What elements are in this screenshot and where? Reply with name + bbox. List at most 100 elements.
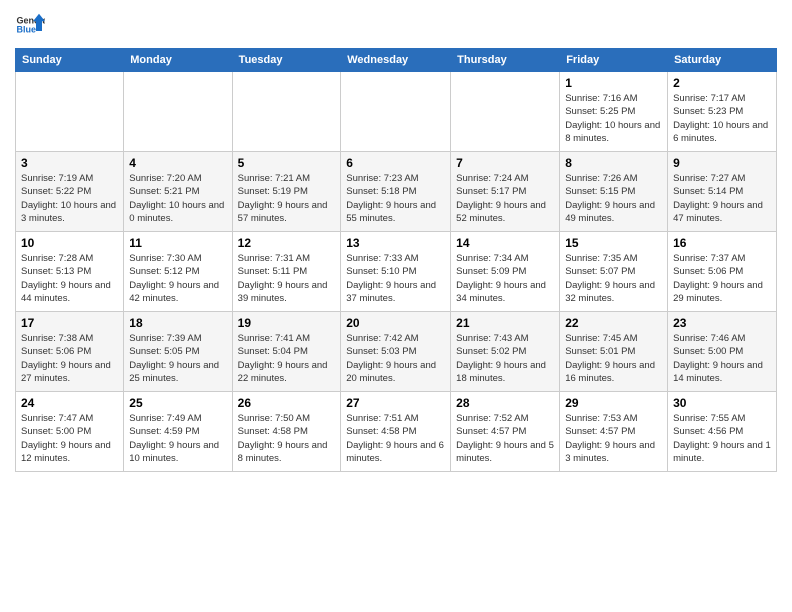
day-number: 1 [565, 76, 662, 90]
day-info: Sunrise: 7:19 AM Sunset: 5:22 PM Dayligh… [21, 172, 118, 225]
calendar-cell: 29 Sunrise: 7:53 AM Sunset: 4:57 PM Dayli… [560, 392, 668, 472]
day-number: 4 [129, 156, 226, 170]
day-info: Sunrise: 7:38 AM Sunset: 5:06 PM Dayligh… [21, 332, 118, 385]
calendar-cell: 21 Sunrise: 7:43 AM Sunset: 5:02 PM Dayli… [451, 312, 560, 392]
week-row-1: 1Sunrise: 7:16 AM Sunset: 5:25 PM Daylig… [16, 72, 777, 152]
calendar-cell [16, 72, 124, 152]
day-info: Sunrise: 7:52 AM Sunset: 4:57 PM Dayligh… [456, 412, 554, 465]
calendar-cell: 26 Sunrise: 7:50 AM Sunset: 4:58 PM Dayli… [232, 392, 341, 472]
column-header-thursday: Thursday [451, 49, 560, 72]
column-header-sunday: Sunday [16, 49, 124, 72]
calendar-cell [232, 72, 341, 152]
calendar-cell: 12Sunrise: 7:31 AM Sunset: 5:11 PM Dayli… [232, 232, 341, 312]
day-info: Sunrise: 7:26 AM Sunset: 5:15 PM Dayligh… [565, 172, 662, 225]
day-info: Sunrise: 7:50 AM Sunset: 4:58 PM Dayligh… [238, 412, 336, 465]
calendar-cell: 23Sunrise: 7:46 AM Sunset: 5:00 PM Dayli… [668, 312, 777, 392]
calendar-cell: 17 Sunrise: 7:38 AM Sunset: 5:06 PM Dayli… [16, 312, 124, 392]
calendar-cell: 10 Sunrise: 7:28 AM Sunset: 5:13 PM Dayli… [16, 232, 124, 312]
calendar-cell: 24 Sunrise: 7:47 AM Sunset: 5:00 PM Dayli… [16, 392, 124, 472]
calendar-cell: 7 Sunrise: 7:24 AM Sunset: 5:17 PM Daylig… [451, 152, 560, 232]
day-number: 21 [456, 316, 554, 330]
calendar-cell: 4 Sunrise: 7:20 AM Sunset: 5:21 PM Daylig… [124, 152, 232, 232]
day-number: 8 [565, 156, 662, 170]
calendar-cell: 18Sunrise: 7:39 AM Sunset: 5:05 PM Dayli… [124, 312, 232, 392]
day-info: Sunrise: 7:46 AM Sunset: 5:00 PM Dayligh… [673, 332, 771, 385]
day-info: Sunrise: 7:23 AM Sunset: 5:18 PM Dayligh… [346, 172, 445, 225]
calendar-cell: 25 Sunrise: 7:49 AM Sunset: 4:59 PM Dayli… [124, 392, 232, 472]
day-number: 19 [238, 316, 336, 330]
calendar-cell: 15 Sunrise: 7:35 AM Sunset: 5:07 PM Dayli… [560, 232, 668, 312]
day-info: Sunrise: 7:47 AM Sunset: 5:00 PM Dayligh… [21, 412, 118, 465]
column-header-wednesday: Wednesday [341, 49, 451, 72]
calendar-cell: 13Sunrise: 7:33 AM Sunset: 5:10 PM Dayli… [341, 232, 451, 312]
day-number: 30 [673, 396, 771, 410]
week-row-4: 17 Sunrise: 7:38 AM Sunset: 5:06 PM Dayli… [16, 312, 777, 392]
day-number: 26 [238, 396, 336, 410]
day-info: Sunrise: 7:30 AM Sunset: 5:12 PM Dayligh… [129, 252, 226, 305]
day-number: 6 [346, 156, 445, 170]
calendar-cell: 28 Sunrise: 7:52 AM Sunset: 4:57 PM Dayli… [451, 392, 560, 472]
calendar-body: 1Sunrise: 7:16 AM Sunset: 5:25 PM Daylig… [16, 72, 777, 472]
calendar-cell: 2 Sunrise: 7:17 AM Sunset: 5:23 PM Daylig… [668, 72, 777, 152]
week-row-5: 24 Sunrise: 7:47 AM Sunset: 5:00 PM Dayli… [16, 392, 777, 472]
column-header-tuesday: Tuesday [232, 49, 341, 72]
logo-icon: General Blue [15, 10, 45, 40]
calendar-cell: 19 Sunrise: 7:41 AM Sunset: 5:04 PM Dayli… [232, 312, 341, 392]
day-info: Sunrise: 7:53 AM Sunset: 4:57 PM Dayligh… [565, 412, 662, 465]
day-number: 22 [565, 316, 662, 330]
day-info: Sunrise: 7:24 AM Sunset: 5:17 PM Dayligh… [456, 172, 554, 225]
calendar-cell: 5 Sunrise: 7:21 AM Sunset: 5:19 PM Daylig… [232, 152, 341, 232]
day-info: Sunrise: 7:43 AM Sunset: 5:02 PM Dayligh… [456, 332, 554, 385]
day-info: Sunrise: 7:45 AM Sunset: 5:01 PM Dayligh… [565, 332, 662, 385]
day-info: Sunrise: 7:49 AM Sunset: 4:59 PM Dayligh… [129, 412, 226, 465]
day-number: 2 [673, 76, 771, 90]
day-info: Sunrise: 7:34 AM Sunset: 5:09 PM Dayligh… [456, 252, 554, 305]
logo: General Blue [15, 10, 45, 40]
day-number: 28 [456, 396, 554, 410]
column-headers: SundayMondayTuesdayWednesdayThursdayFrid… [16, 49, 777, 72]
day-number: 29 [565, 396, 662, 410]
week-row-2: 3 Sunrise: 7:19 AM Sunset: 5:22 PM Daylig… [16, 152, 777, 232]
day-number: 24 [21, 396, 118, 410]
day-number: 16 [673, 236, 771, 250]
day-info: Sunrise: 7:55 AM Sunset: 4:56 PM Dayligh… [673, 412, 771, 465]
svg-text:Blue: Blue [17, 25, 37, 35]
calendar-cell [451, 72, 560, 152]
day-info: Sunrise: 7:41 AM Sunset: 5:04 PM Dayligh… [238, 332, 336, 385]
day-number: 5 [238, 156, 336, 170]
day-number: 15 [565, 236, 662, 250]
day-number: 18 [129, 316, 226, 330]
calendar-cell: 30 Sunrise: 7:55 AM Sunset: 4:56 PM Dayli… [668, 392, 777, 472]
day-number: 20 [346, 316, 445, 330]
calendar-table: SundayMondayTuesdayWednesdayThursdayFrid… [15, 48, 777, 472]
calendar-cell: 3 Sunrise: 7:19 AM Sunset: 5:22 PM Daylig… [16, 152, 124, 232]
day-info: Sunrise: 7:17 AM Sunset: 5:23 PM Dayligh… [673, 92, 771, 145]
column-header-monday: Monday [124, 49, 232, 72]
day-number: 10 [21, 236, 118, 250]
calendar-cell: 22 Sunrise: 7:45 AM Sunset: 5:01 PM Dayli… [560, 312, 668, 392]
day-number: 11 [129, 236, 226, 250]
day-info: Sunrise: 7:35 AM Sunset: 5:07 PM Dayligh… [565, 252, 662, 305]
calendar-cell: 1Sunrise: 7:16 AM Sunset: 5:25 PM Daylig… [560, 72, 668, 152]
calendar-cell: 11 Sunrise: 7:30 AM Sunset: 5:12 PM Dayli… [124, 232, 232, 312]
column-header-friday: Friday [560, 49, 668, 72]
calendar-cell [124, 72, 232, 152]
day-number: 12 [238, 236, 336, 250]
calendar-cell: 27Sunrise: 7:51 AM Sunset: 4:58 PM Dayli… [341, 392, 451, 472]
day-info: Sunrise: 7:27 AM Sunset: 5:14 PM Dayligh… [673, 172, 771, 225]
day-number: 3 [21, 156, 118, 170]
day-info: Sunrise: 7:37 AM Sunset: 5:06 PM Dayligh… [673, 252, 771, 305]
day-info: Sunrise: 7:51 AM Sunset: 4:58 PM Dayligh… [346, 412, 445, 465]
day-info: Sunrise: 7:20 AM Sunset: 5:21 PM Dayligh… [129, 172, 226, 225]
day-number: 17 [21, 316, 118, 330]
calendar-cell [341, 72, 451, 152]
day-number: 7 [456, 156, 554, 170]
calendar-cell: 16 Sunrise: 7:37 AM Sunset: 5:06 PM Dayli… [668, 232, 777, 312]
page-header: General Blue [15, 10, 777, 40]
week-row-3: 10 Sunrise: 7:28 AM Sunset: 5:13 PM Dayli… [16, 232, 777, 312]
day-number: 25 [129, 396, 226, 410]
calendar-cell: 8 Sunrise: 7:26 AM Sunset: 5:15 PM Daylig… [560, 152, 668, 232]
day-info: Sunrise: 7:28 AM Sunset: 5:13 PM Dayligh… [21, 252, 118, 305]
day-info: Sunrise: 7:21 AM Sunset: 5:19 PM Dayligh… [238, 172, 336, 225]
calendar-cell: 9Sunrise: 7:27 AM Sunset: 5:14 PM Daylig… [668, 152, 777, 232]
